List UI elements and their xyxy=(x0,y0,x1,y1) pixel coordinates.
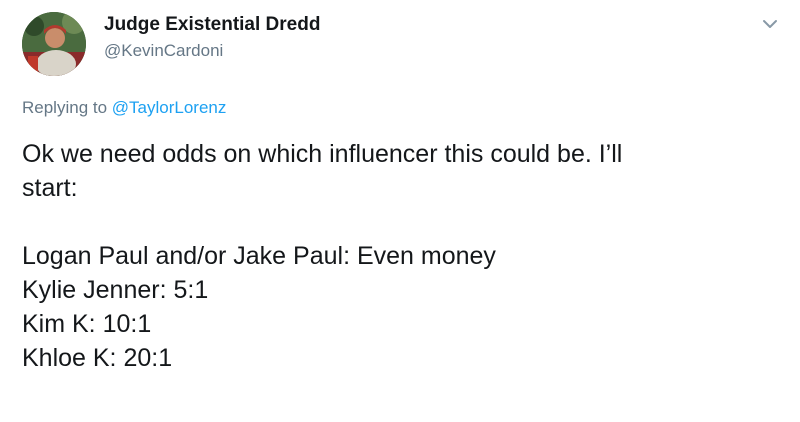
avatar[interactable] xyxy=(22,12,86,76)
user-handle[interactable]: @KevinCardoni xyxy=(104,41,223,61)
tweet-text-line: Khloe K: 20:1 xyxy=(22,344,173,372)
chevron-down-icon[interactable] xyxy=(758,14,782,34)
tweet-text: Ok we need odds on which influencer this… xyxy=(22,137,782,375)
replying-to-label: Replying to xyxy=(22,98,108,117)
avatar-photo xyxy=(22,12,86,76)
tweet: Judge Existential Dredd @KevinCardoni Re… xyxy=(0,0,800,422)
display-name[interactable]: Judge Existential Dredd xyxy=(104,14,320,36)
tweet-text-line: Kylie Jenner: 5:1 xyxy=(22,276,209,304)
tweet-text-line: Logan Paul and/or Jake Paul: Even money xyxy=(22,242,496,270)
tweet-text-line: Kim K: 10:1 xyxy=(22,310,152,338)
tweet-text-line: start: xyxy=(22,174,78,202)
tweet-text-line xyxy=(22,205,782,239)
reply-mention-link[interactable]: @TaylorLorenz xyxy=(112,98,227,117)
tweet-text-line: Ok we need odds on which influencer this… xyxy=(22,140,623,168)
replying-to: Replying to @TaylorLorenz xyxy=(22,98,226,118)
